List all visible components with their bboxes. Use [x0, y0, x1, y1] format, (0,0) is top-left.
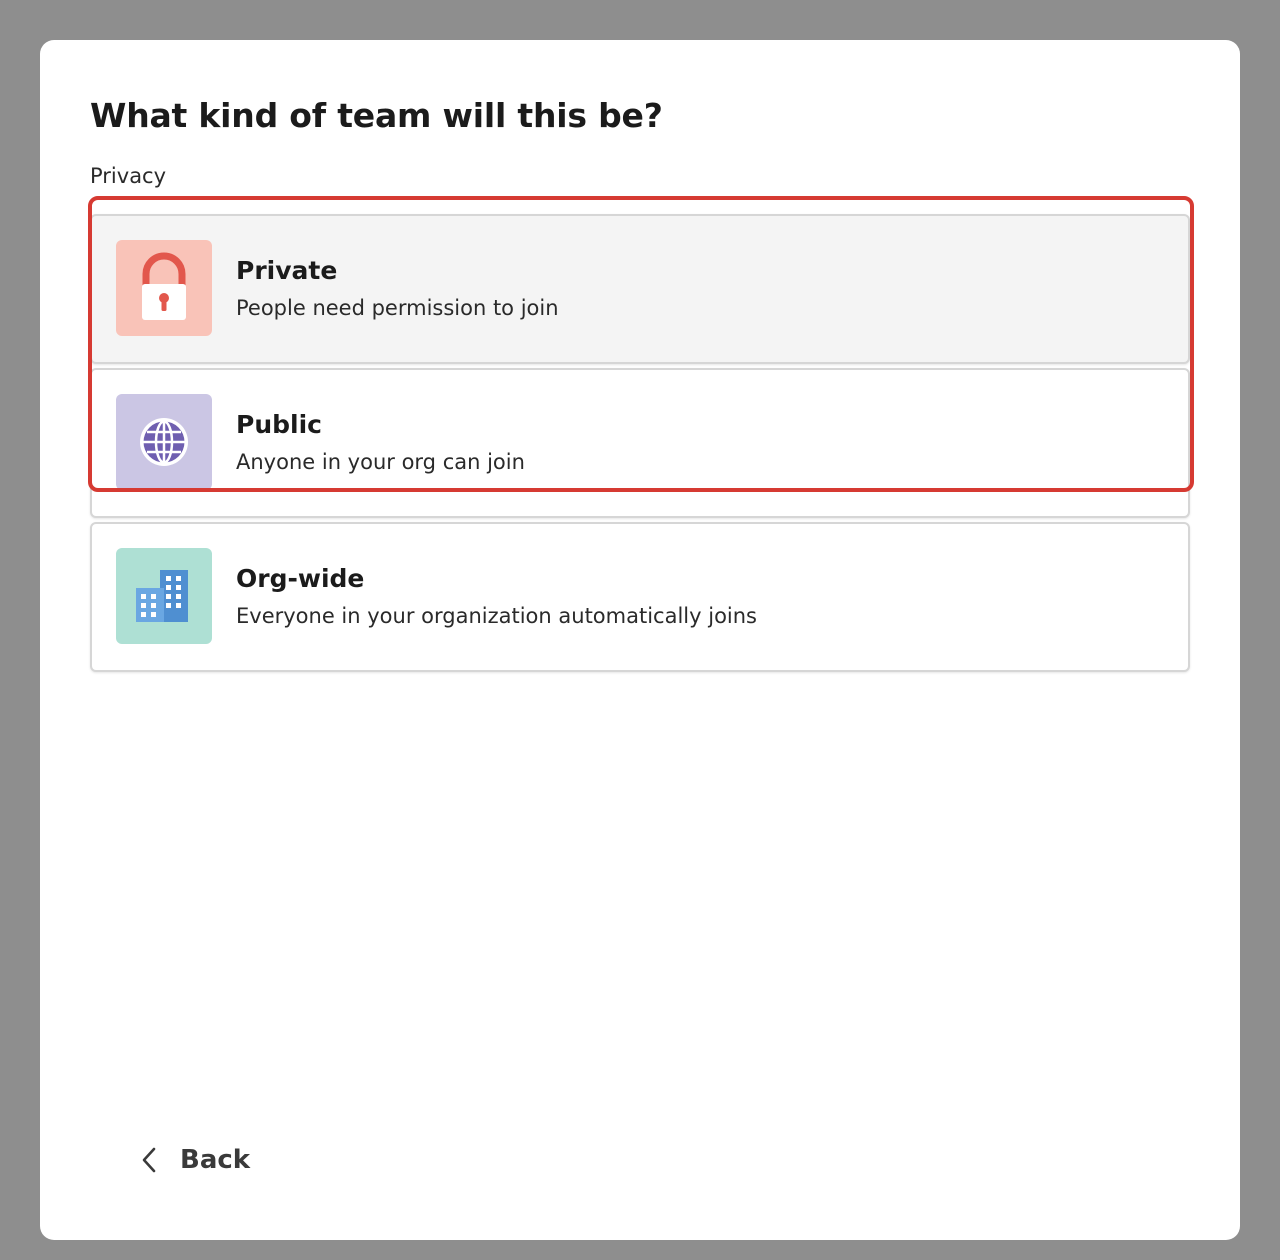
lock-icon	[142, 252, 186, 320]
building-icon	[136, 570, 188, 622]
back-label: Back	[180, 1145, 251, 1175]
privacy-label: Privacy	[90, 164, 167, 188]
option-org-wide-title: Org-wide	[236, 564, 365, 593]
option-private[interactable]: Private People need permission to join	[90, 214, 1190, 364]
option-org-wide[interactable]: Org-wide Everyone in your organization a…	[90, 522, 1190, 672]
create-team-dialog: What kind of team will this be? Privacy …	[40, 40, 1240, 1240]
dialog-title: What kind of team will this be?	[90, 96, 663, 135]
option-private-description: People need permission to join	[236, 296, 559, 320]
org-wide-icon-tile	[116, 548, 212, 644]
globe-icon	[140, 418, 188, 466]
option-public-title: Public	[236, 410, 322, 439]
option-public[interactable]: Public Anyone in your org can join	[90, 368, 1190, 518]
public-icon-tile	[116, 394, 212, 490]
option-private-title: Private	[236, 256, 338, 285]
option-org-wide-description: Everyone in your organization automatica…	[236, 604, 758, 628]
chevron-left-icon	[142, 1147, 156, 1173]
private-icon-tile	[116, 240, 212, 336]
back-button[interactable]: Back	[136, 1140, 250, 1180]
option-public-description: Anyone in your org can join	[236, 450, 525, 474]
